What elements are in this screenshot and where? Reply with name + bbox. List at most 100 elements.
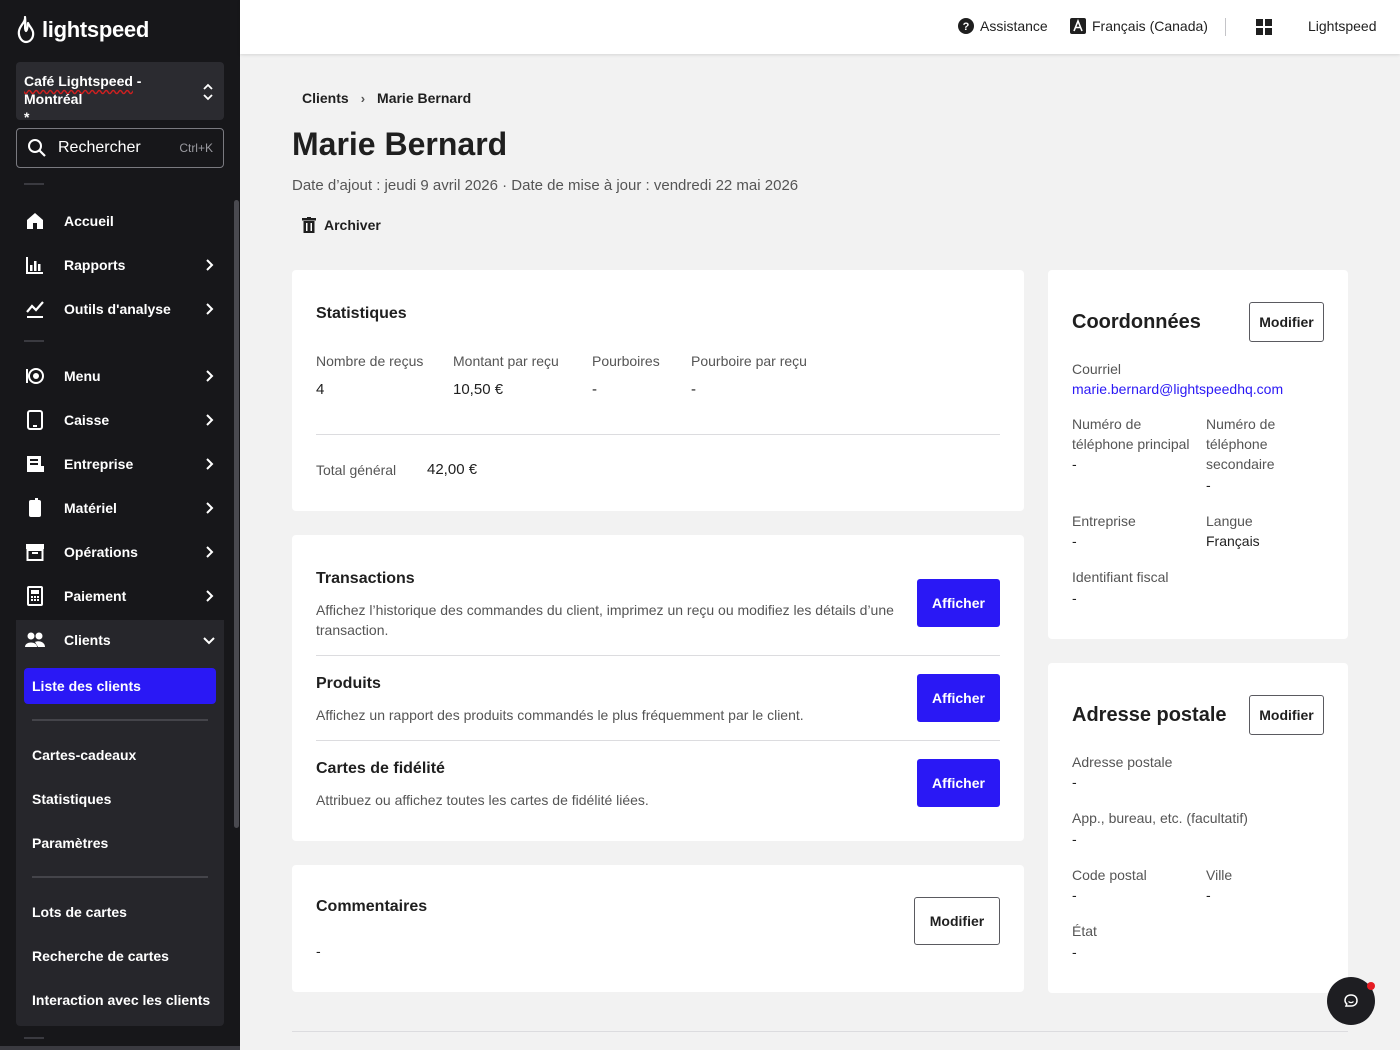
search-input[interactable]: Rechercher Ctrl+K [16, 128, 224, 168]
tax-id-value: - [1072, 590, 1077, 606]
stat-label-tips: Pourboires [592, 353, 660, 369]
tax-id-label: Identifiant fiscal [1072, 569, 1169, 585]
nav-item-caisse[interactable]: Caisse [16, 400, 224, 440]
nav-label: Menu [64, 368, 101, 384]
stat-value-amount: 10,50 € [453, 381, 504, 398]
stat-value-tip-per-receipt: - [691, 381, 696, 398]
sub-item-recherche-cartes[interactable]: Recherche de cartes [32, 948, 169, 964]
store-selector[interactable]: Café Lightspeed - Montréal * [16, 62, 224, 125]
phone-main-value: - [1072, 456, 1077, 472]
transactions-view-button[interactable]: Afficher [917, 579, 1000, 627]
email-link[interactable]: marie.bernard@lightspeedhq.com [1072, 381, 1283, 397]
phone-secondary-value: - [1206, 477, 1211, 493]
nav-item-materiel[interactable]: Matériel [16, 488, 224, 528]
loyalty-cards-title: Cartes de fidélité [316, 760, 445, 777]
account-label: Lightspeed [1308, 18, 1377, 34]
stat-label-receipts: Nombre de reçus [316, 353, 424, 369]
comments-edit-button[interactable]: Modifier [914, 897, 1000, 945]
nav-item-operations[interactable]: Opérations [16, 532, 224, 572]
language-label: Français (Canada) [1092, 18, 1208, 34]
search-placeholder: Rechercher [58, 139, 141, 156]
loyalty-cards-view-button[interactable]: Afficher [917, 759, 1000, 807]
transactions-title: Transactions [316, 570, 415, 587]
contact-edit-button[interactable]: Modifier [1249, 302, 1324, 342]
account-menu[interactable]: Lightspeed [1308, 18, 1377, 34]
email-label: Courriel [1072, 361, 1122, 377]
device-icon [29, 498, 41, 517]
archive-button[interactable]: Archiver [302, 217, 381, 233]
apps-grid-button[interactable] [1256, 19, 1272, 35]
store-name-marker: * [24, 109, 30, 125]
nav-label: Opérations [64, 544, 138, 560]
chevron-right-icon: › [360, 90, 366, 106]
stat-value-receipts: 4 [316, 381, 325, 398]
sub-item-statistiques[interactable]: Statistiques [32, 791, 111, 807]
stat-label-amount: Montant par reçu [453, 353, 559, 369]
breadcrumb-clients[interactable]: Clients [302, 90, 349, 106]
store-name-main: Café Lightspeed [24, 73, 133, 89]
nav-label: Accueil [64, 213, 114, 229]
phone-main-label: Numéro de téléphone principal [1072, 416, 1190, 452]
page-title: Marie Bernard [292, 126, 508, 162]
postal-code-label: Code postal [1072, 867, 1147, 883]
contact-title: Coordonnées [1072, 311, 1201, 333]
stat-label-tip-per-receipt: Pourboire par reçu [691, 353, 807, 369]
sub-item-parametres[interactable]: Paramètres [32, 835, 108, 851]
chevron-right-icon [206, 546, 214, 558]
sidebar-scrollbar[interactable] [234, 200, 239, 828]
nav-item-rapports[interactable]: Rapports [16, 245, 224, 285]
store-name: Café Lightspeed - Montréal * [24, 72, 194, 126]
city-label: Ville [1206, 867, 1233, 883]
language-selector[interactable]: Français (Canada) [1070, 18, 1208, 34]
topbar-divider [1225, 18, 1226, 36]
sub-item-cartes-cadeaux[interactable]: Cartes-cadeaux [32, 747, 136, 763]
nav-item-accueil[interactable]: Accueil [16, 201, 224, 241]
chevron-up-down-icon [203, 83, 213, 101]
chevron-down-icon [203, 637, 215, 645]
notification-dot [1367, 982, 1375, 990]
company-value: - [1072, 533, 1077, 549]
nav-label: Entreprise [64, 456, 134, 472]
trend-icon [26, 301, 44, 318]
nav-item-entreprise[interactable]: Entreprise [16, 444, 224, 484]
search-shortcut: Ctrl+K [179, 141, 213, 155]
nav-item-menu[interactable]: Menu [16, 356, 224, 396]
nav-item-outils-analyse[interactable]: Outils d'analyse [16, 289, 224, 329]
help-circle-icon: ? [958, 18, 974, 34]
nav-label: Outils d'analyse [64, 301, 171, 317]
nav-item-clients[interactable]: Clients [16, 620, 224, 660]
nav-item-paiement[interactable]: Paiement [16, 576, 224, 616]
nav-label: Rapports [64, 257, 126, 273]
products-view-button[interactable]: Afficher [917, 674, 1000, 722]
unit-label: App., bureau, etc. (facultatif) [1072, 810, 1248, 826]
address-edit-button[interactable]: Modifier [1249, 695, 1324, 735]
search-icon [28, 139, 46, 157]
menu-dish-icon [26, 368, 44, 384]
state-label: État [1072, 923, 1097, 939]
city-value: - [1206, 887, 1211, 903]
page-dates: Date d’ajout : jeudi 9 avril 2026 · Date… [292, 177, 799, 194]
sub-item-liste-clients[interactable]: Liste des clients [24, 668, 216, 704]
logo[interactable]: lightspeed [16, 16, 149, 44]
sub-item-lots-cartes[interactable]: Lots de cartes [32, 904, 127, 920]
phone-secondary-label: Numéro de téléphone secondaire [1206, 416, 1276, 472]
section-divider [316, 655, 1000, 656]
street-label: Adresse postale [1072, 754, 1173, 770]
chevron-right-icon [206, 414, 214, 426]
archive-label: Archiver [324, 217, 381, 233]
help-button[interactable]: ? Assistance [958, 18, 1048, 34]
nav-divider [24, 1037, 44, 1039]
address-title: Adresse postale [1072, 704, 1227, 726]
trash-icon [302, 217, 316, 233]
street-value: - [1072, 774, 1077, 790]
transactions-desc: Affichez l’historique des commandes du c… [316, 602, 894, 638]
nav-divider [24, 340, 44, 342]
home-icon [27, 213, 43, 229]
nav-label: Caisse [64, 412, 110, 428]
logo-text: lightspeed [42, 17, 150, 42]
nav-divider [24, 183, 44, 185]
sub-item-interaction-clients[interactable]: Interaction avec les clients [32, 992, 210, 1008]
sidebar-horizontal-scrollbar[interactable] [0, 1046, 240, 1050]
submenu-divider [32, 876, 208, 878]
chevron-right-icon [206, 370, 214, 382]
